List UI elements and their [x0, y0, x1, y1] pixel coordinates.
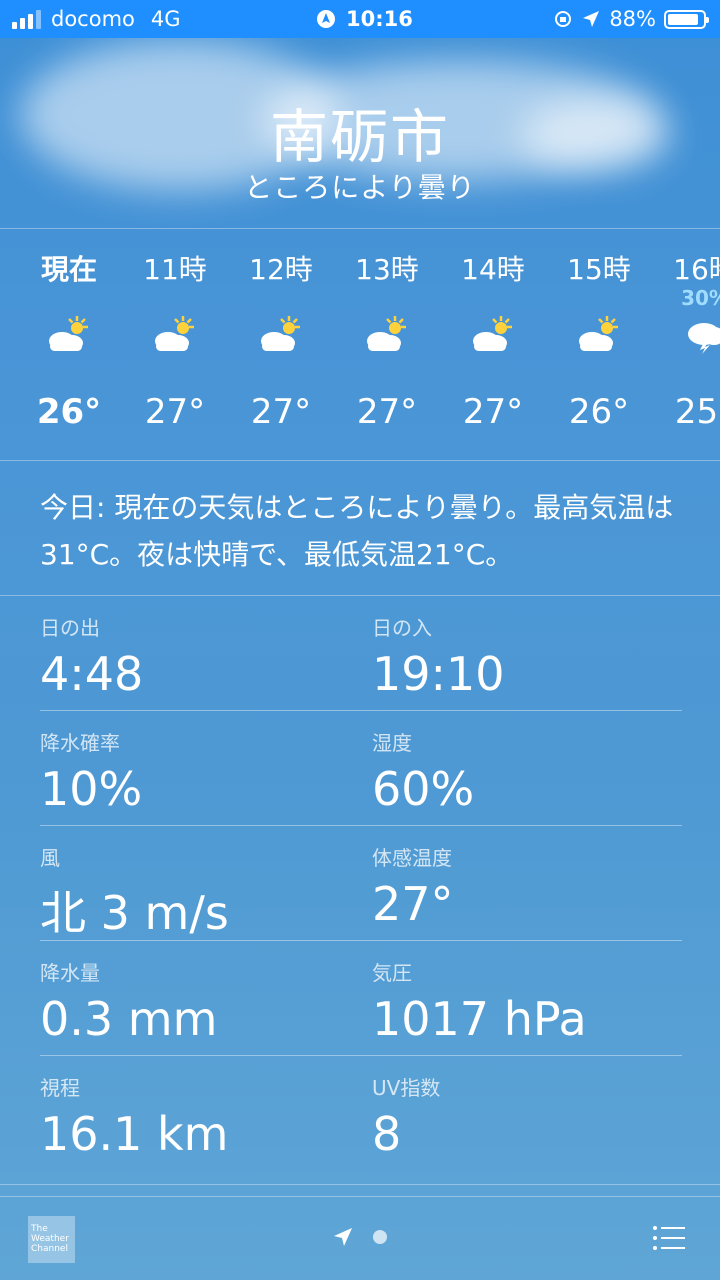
battery-icon	[664, 9, 709, 29]
detail-item: 湿度 60%	[372, 727, 692, 816]
rotation-lock-icon	[555, 11, 572, 27]
detail-label: 降水確率	[40, 731, 120, 755]
page-dot-icon[interactable]	[372, 1229, 388, 1245]
divider	[0, 228, 720, 229]
detail-value: 10%	[40, 762, 143, 816]
partly-cloudy-icon	[362, 314, 412, 354]
detail-label: UV指数	[372, 1076, 441, 1100]
detail-label: 日の入	[372, 616, 432, 640]
clock: 10:16	[346, 7, 413, 31]
detail-label: 視程	[40, 1076, 80, 1100]
detail-item: 日の出 4:48	[40, 612, 360, 701]
hour-temp: 26°	[36, 392, 102, 432]
detail-label: 降水量	[40, 961, 100, 985]
hour-label: 13時	[355, 253, 419, 286]
current-condition: ところにより曇り	[244, 171, 476, 204]
detail-label: 体感温度	[372, 846, 452, 870]
list-icon[interactable]	[652, 1224, 686, 1252]
hour-label: 16時	[673, 253, 720, 286]
detail-item: 風北 3 m/s	[40, 842, 360, 943]
detail-item: 気圧 1017 hPa	[372, 957, 692, 1046]
battery-percent: 88%	[609, 7, 656, 31]
detail-value: 16.1 km	[40, 1107, 229, 1161]
detail-value: 60%	[372, 762, 475, 816]
partly-cloudy-icon	[44, 314, 94, 354]
hourly-forecast[interactable]: 現在 26° 11時 27° 12時 27° 13時 27° 14時 27° 15時 26° 16時30…	[0, 230, 720, 460]
hour-temp: 27°	[250, 392, 312, 432]
divider	[0, 460, 720, 461]
detail-value: 1017 hPa	[372, 992, 587, 1046]
network-type: 4G	[150, 7, 181, 31]
detail-value: 27°	[372, 877, 454, 931]
hour-label: 現在	[40, 253, 97, 286]
detail-label: 日の出	[40, 616, 100, 640]
detail-value: 19:10	[372, 647, 505, 701]
detail-value: 4:48	[40, 647, 144, 701]
row-divider	[40, 825, 682, 826]
partly-cloudy-icon	[256, 314, 306, 354]
row-divider	[40, 940, 682, 941]
precip-chance: 30%	[681, 286, 720, 310]
location-arrow-icon	[583, 11, 600, 27]
row-divider	[40, 710, 682, 711]
detail-item: UV指数 8	[372, 1072, 692, 1161]
navigation-icon	[317, 10, 335, 28]
hour-temp: 25°	[674, 392, 720, 432]
detail-value: 0.3 mm	[40, 992, 218, 1046]
detail-item: 視程 16.1 km	[40, 1072, 360, 1161]
detail-label: 湿度	[372, 731, 412, 755]
location-arrow-icon[interactable]	[332, 1226, 354, 1248]
detail-item: 日の入 19:10	[372, 612, 692, 701]
hour-label: 12時	[249, 253, 313, 286]
detail-item: 体感温度 27°	[372, 842, 692, 931]
partly-cloudy-icon	[574, 314, 624, 354]
signal-icon	[12, 9, 41, 29]
city-name: 南砺市	[269, 103, 450, 171]
partly-cloudy-icon	[150, 314, 200, 354]
daily-summary: 今日: 現在の天気はところにより曇り。最高気温は31°C。夜は快晴で、最低気温2…	[40, 491, 674, 571]
divider	[0, 1184, 720, 1185]
detail-item: 降水確率 10%	[40, 727, 360, 816]
detail-value: 8	[372, 1107, 402, 1161]
detail-item: 降水量 0.3 mm	[40, 957, 360, 1046]
detail-label: 風	[40, 846, 60, 870]
thunderstorm-icon	[680, 314, 720, 354]
partly-cloudy-icon	[468, 314, 518, 354]
row-divider	[40, 1055, 682, 1056]
detail-label: 気圧	[372, 961, 412, 985]
hour-temp: 26°	[568, 392, 630, 432]
hour-temp: 27°	[356, 392, 418, 432]
detail-value: 北 3 m/s	[40, 886, 229, 940]
bottom-toolbar: The Weather Channel	[0, 1196, 720, 1280]
hour-temp: 27°	[144, 392, 206, 432]
hour-temp: 27°	[462, 392, 524, 432]
carrier-name: docomo	[51, 7, 135, 31]
divider	[0, 595, 720, 596]
hour-label: 11時	[143, 253, 207, 286]
weather-channel-logo[interactable]: The Weather Channel	[28, 1216, 75, 1263]
hour-label: 14時	[461, 253, 525, 286]
status-bar: docomo 4G 10:16 88%	[0, 0, 720, 38]
hour-label: 15時	[567, 253, 631, 286]
